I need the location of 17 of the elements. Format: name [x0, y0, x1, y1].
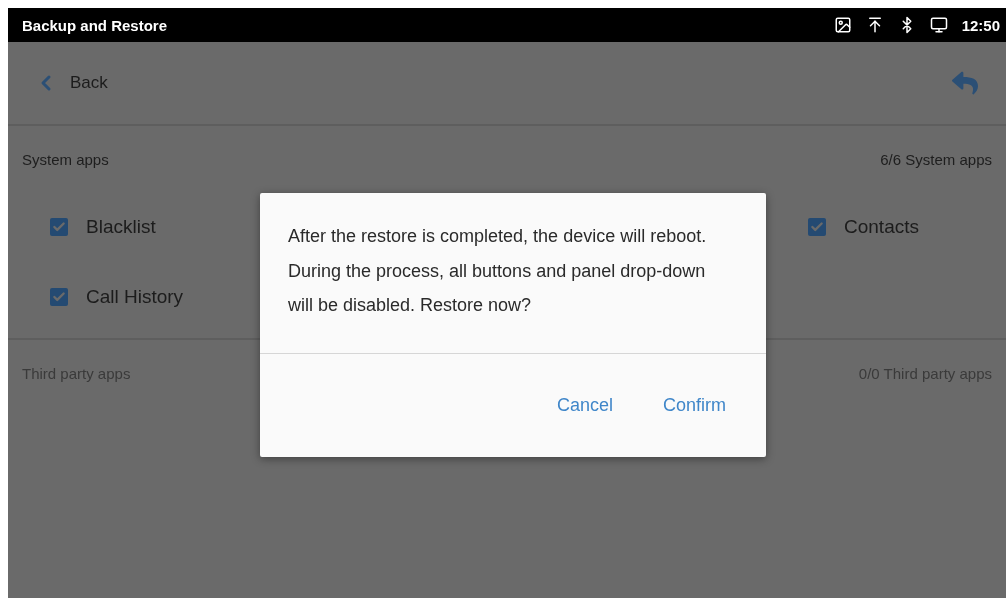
checkbox[interactable]: [50, 218, 68, 236]
checkbox-label: Call History: [86, 286, 184, 308]
checkbox-label: Contacts: [844, 216, 919, 238]
reply-button[interactable]: [952, 70, 978, 96]
dialog-button[interactable]: Confirm: [663, 395, 726, 416]
clock: 12:50: [961, 16, 1000, 34]
back-button[interactable]: Back: [34, 71, 108, 95]
dialog-message: After the restore is completed, the device will reboot. During the process, all buttons and panel drop-down will be disabled. Restore now?: [287, 225, 708, 317]
checkbox[interactable]: [808, 218, 826, 236]
checkbox[interactable]: [50, 288, 68, 306]
checkbox-label: Blacklist: [86, 216, 156, 238]
section-label: System apps: [22, 150, 109, 168]
image-icon: [833, 16, 852, 34]
dialog-button[interactable]: Cancel: [556, 395, 613, 416]
monitor-icon: [929, 16, 948, 34]
app-count: 6/6 System apps: [880, 150, 992, 168]
app-title: Backup and Restore: [22, 16, 168, 34]
